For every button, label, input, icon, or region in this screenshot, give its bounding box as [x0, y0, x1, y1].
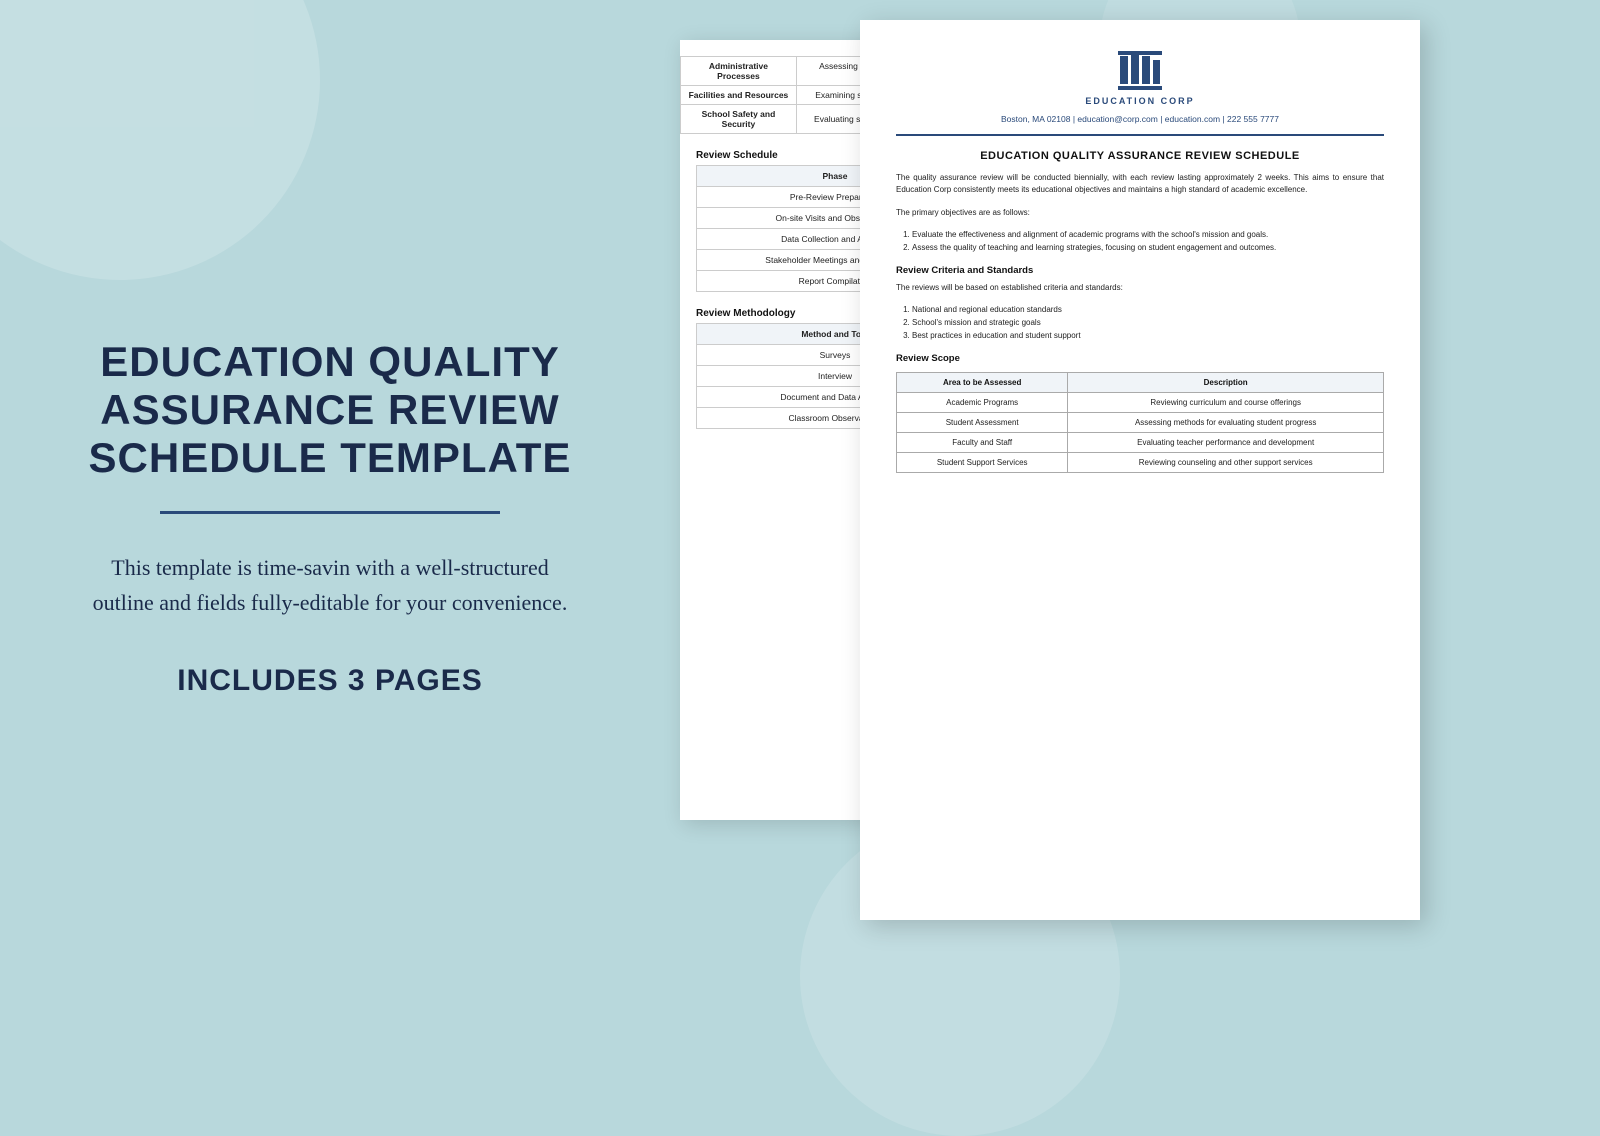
list-item: Best practices in education and student … [912, 330, 1384, 343]
scope-column-header: Area to be Assessed [897, 372, 1068, 392]
table-cell: Facilities and Resources [681, 86, 797, 105]
logo-text: EDUCATION CORP [1085, 96, 1194, 106]
scope-table: Area to be AssessedDescription Academic … [896, 372, 1384, 473]
subtitle-text: This template is time-savin with a well-… [80, 550, 580, 620]
table-cell: Evaluating teacher performance and devel… [1068, 432, 1384, 452]
table-cell: Administrative Processes [681, 57, 797, 86]
main-title: EDUCATION QUALITY ASSURANCE REVIEW SCHED… [80, 338, 580, 483]
table-cell: Reviewing counseling and other support s… [1068, 452, 1384, 472]
list-item: Assess the quality of teaching and learn… [912, 242, 1384, 255]
objectives-intro: The primary objectives are as follows: [896, 207, 1384, 219]
list-item: National and regional education standard… [912, 304, 1384, 317]
logo-icon [1115, 48, 1165, 92]
front-page: EDUCATION CORP Boston, MA 02108 | educat… [860, 20, 1420, 920]
title-divider [160, 511, 500, 514]
includes-label: INCLUDES 3 PAGES [177, 664, 483, 698]
front-doc-title: EDUCATION QUALITY ASSURANCE REVIEW SCHED… [896, 150, 1384, 162]
table-cell: Assessing methods for evaluating student… [1068, 412, 1384, 432]
scope-column-header: Description [1068, 372, 1384, 392]
table-cell: Academic Programs [897, 392, 1068, 412]
table-cell: Faculty and Staff [897, 432, 1068, 452]
table-cell: Student Assessment [897, 412, 1068, 432]
scope-title: Review Scope [896, 353, 1384, 364]
table-cell: School Safety and Security [681, 105, 797, 134]
list-item: School's mission and strategic goals [912, 317, 1384, 330]
criteria-title: Review Criteria and Standards [896, 265, 1384, 276]
right-panel: Administrative ProcessesAssessing admini… [660, 0, 1600, 1036]
logo-section: EDUCATION CORP [896, 48, 1384, 106]
contact-info: Boston, MA 02108 | education@corp.com | … [896, 114, 1384, 124]
intro-paragraph: The quality assurance review will be con… [896, 172, 1384, 197]
left-panel: EDUCATION QUALITY ASSURANCE REVIEW SCHED… [0, 0, 660, 1036]
front-divider [896, 134, 1384, 136]
criteria-list: National and regional education standard… [912, 304, 1384, 342]
table-cell: Reviewing curriculum and course offering… [1068, 392, 1384, 412]
list-item: Evaluate the effectiveness and alignment… [912, 229, 1384, 242]
criteria-intro: The reviews will be based on established… [896, 282, 1384, 294]
objectives-list: Evaluate the effectiveness and alignment… [912, 229, 1384, 255]
table-cell: Student Support Services [897, 452, 1068, 472]
